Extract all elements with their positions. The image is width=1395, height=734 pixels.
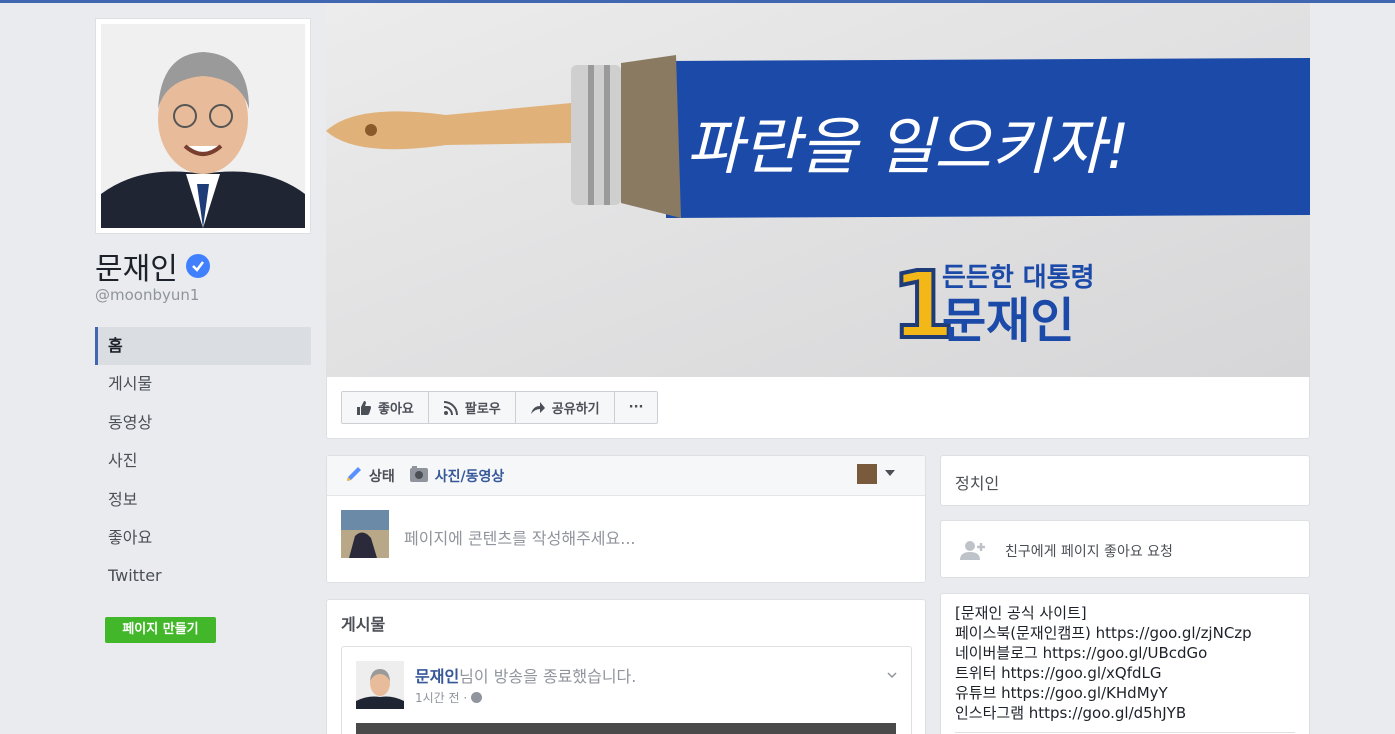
tab-status-label: 상태 xyxy=(369,468,395,485)
pencil-icon xyxy=(345,465,363,487)
add-friend-icon xyxy=(960,540,986,564)
cover-photo[interactable]: 파란을 일으키자! 1 든든한 대통령 문재인 xyxy=(326,3,1310,377)
about-links: [문재인 공식 사이트] 페이스북(문재인캠프) https://goo.gl/… xyxy=(955,603,1252,723)
posts-title: 게시물 xyxy=(341,615,386,634)
post-timestamp[interactable]: 1시간 전 · xyxy=(415,689,483,706)
invite-friends-text: 친구에게 페이지 좋아요 요청 xyxy=(1005,544,1173,560)
invite-card[interactable]: 친구에게 페이지 좋아요 요청 xyxy=(940,520,1310,578)
page-title: 문재인 xyxy=(95,244,210,288)
page-action-bar: 좋아요 팔로우 공유하기 ··· xyxy=(326,377,1310,439)
post-author-link[interactable]: 문재인 xyxy=(415,667,459,686)
svg-text:문재인: 문재인 xyxy=(942,293,1074,349)
nav-item-videos[interactable]: 동영상 xyxy=(95,404,311,442)
about-line[interactable]: 트위터 https://goo.gl/xQfdLG xyxy=(955,663,1252,683)
camera-icon xyxy=(409,465,429,487)
about-line[interactable]: 인스타그램 https://goo.gl/d5hJYB xyxy=(955,703,1252,723)
posts-section: 게시물 문재인님이 방송을 종료했습니다. 1시간 전 · xyxy=(326,599,926,734)
share-label: 공유하기 xyxy=(551,402,600,417)
nav-item-twitter[interactable]: Twitter xyxy=(95,557,311,595)
brush-bristles xyxy=(621,55,681,218)
about-card: [문재인 공식 사이트] 페이스북(문재인캠프) https://goo.gl/… xyxy=(940,593,1310,734)
more-button[interactable]: ··· xyxy=(613,391,659,424)
composer-avatar xyxy=(341,510,389,558)
profile-picture[interactable] xyxy=(95,18,311,234)
posting-as-avatar[interactable] xyxy=(857,464,877,484)
tab-photo-video[interactable]: 사진/동영상 xyxy=(409,465,505,487)
about-line[interactable]: 네이버블로그 https://goo.gl/UBcdGo xyxy=(955,643,1252,663)
more-dots-icon: ··· xyxy=(628,400,644,415)
svg-text:든든한 대통령: 든든한 대통령 xyxy=(942,263,1095,293)
globe-icon xyxy=(471,692,483,703)
chevron-down-icon[interactable] xyxy=(887,665,897,679)
post-video[interactable] xyxy=(356,723,896,734)
profile-photo xyxy=(101,24,305,228)
like-button[interactable]: 좋아요 xyxy=(341,391,429,424)
post-author-avatar[interactable] xyxy=(356,661,404,709)
nav-item-home[interactable]: 홈 xyxy=(95,327,311,366)
page-nav: 홈 게시물 동영상 사진 정보 좋아요 Twitter xyxy=(95,327,311,596)
tab-photo-video-label: 사진/동영상 xyxy=(434,468,505,485)
cover-slogan: 파란을 일으키자! xyxy=(686,110,1130,183)
thumbs-up-icon xyxy=(356,400,372,416)
brush-ferrule xyxy=(571,65,621,205)
page-name-text: 문재인 xyxy=(95,252,178,287)
nav-item-posts[interactable]: 게시물 xyxy=(95,365,311,403)
campaign-logo: 1 든든한 대통령 문재인 xyxy=(889,250,1095,361)
about-line[interactable]: 유튜브 https://goo.gl/KHdMyY xyxy=(955,683,1252,703)
about-line[interactable]: 페이스북(문재인캠프) https://goo.gl/zjNCzp xyxy=(955,623,1252,643)
nav-item-photos[interactable]: 사진 xyxy=(95,442,311,480)
about-line: [문재인 공식 사이트] xyxy=(955,604,1087,622)
share-button[interactable]: 공유하기 xyxy=(514,391,615,424)
verified-check-icon xyxy=(185,254,210,278)
post-action-text: 님이 방송을 종료했습니다. xyxy=(459,667,637,686)
page-username[interactable]: @moonbyun1 xyxy=(95,286,199,304)
create-page-button[interactable]: 페이지 만들기 xyxy=(105,617,216,643)
follow-label: 팔로우 xyxy=(464,402,501,417)
nav-item-likes[interactable]: 좋아요 xyxy=(95,519,311,557)
post-card: 문재인님이 방송을 종료했습니다. 1시간 전 · xyxy=(341,646,912,734)
post-header: 문재인님이 방송을 종료했습니다. xyxy=(415,663,636,687)
like-label: 좋아요 xyxy=(378,402,414,417)
rss-icon xyxy=(443,400,459,416)
nav-item-about[interactable]: 정보 xyxy=(95,481,311,519)
page-category[interactable]: 정치인 xyxy=(955,470,999,494)
post-composer: 상태 사진/동영상 페이지에 콘텐츠를 작성해주세요... xyxy=(326,455,926,583)
composer-input[interactable]: 페이지에 콘텐츠를 작성해주세요... xyxy=(404,525,636,549)
follow-button[interactable]: 팔로우 xyxy=(427,391,516,424)
tab-status[interactable]: 상태 xyxy=(345,465,395,487)
divider xyxy=(955,732,1295,733)
share-arrow-icon xyxy=(530,400,546,416)
post-time-text: 1시간 전 · xyxy=(415,691,468,705)
chevron-down-icon[interactable] xyxy=(885,470,895,476)
category-card: 정치인 xyxy=(940,455,1310,506)
